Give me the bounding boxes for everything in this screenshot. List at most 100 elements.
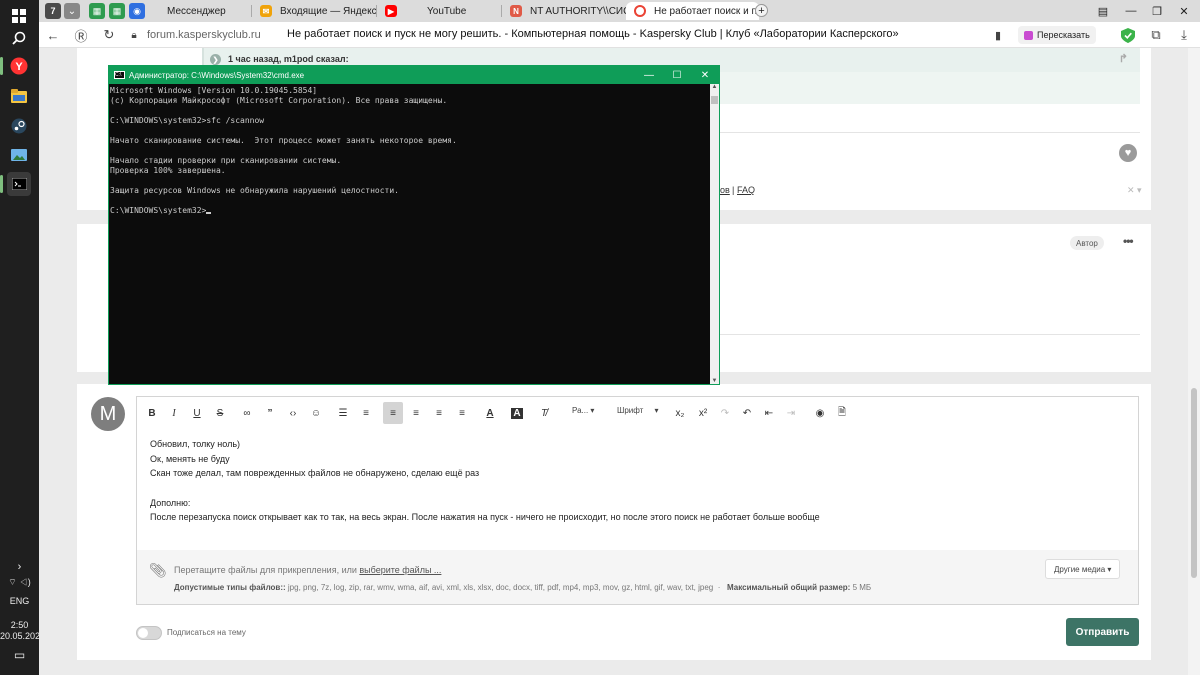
tab-youtube[interactable]: ▶ YouTube [377, 2, 501, 20]
cmd-line: (c) Корпорация Майкрософт (Microsoft Cor… [110, 96, 448, 105]
align-center-icon[interactable]: ≡ [406, 402, 426, 424]
signature-link-faq[interactable]: FAQ [737, 185, 755, 195]
page-title[interactable]: Не работает поиск и пуск не могу решить.… [287, 28, 899, 40]
editor-line: Скан тоже делал, там поврежденных файлов… [150, 468, 480, 479]
superscript-icon[interactable]: x² [693, 402, 713, 424]
code-icon[interactable]: ‹› [283, 402, 303, 424]
network-volume-icon[interactable]: ⌔ ◁) [0, 577, 39, 588]
svg-text:Y: Y [15, 61, 23, 73]
new-tab-icon[interactable]: + [755, 4, 768, 17]
cmd-minimize-icon[interactable]: — [635, 66, 663, 84]
file-explorer-icon[interactable] [7, 84, 31, 108]
link-icon[interactable]: ∞ [237, 402, 257, 424]
send-button[interactable]: Отправить [1066, 618, 1139, 646]
numbered-list-icon[interactable]: ≡ [356, 402, 376, 424]
windows-start-icon[interactable] [7, 4, 31, 28]
steam-icon[interactable] [7, 114, 31, 138]
editor-content[interactable]: Обновил, толку ноль) Ок, менять не буду … [150, 437, 820, 525]
tab-messenger[interactable]: Мессенджер [139, 2, 251, 20]
subscribe-toggle[interactable] [136, 626, 162, 640]
page-scrollbar[interactable] [1188, 48, 1200, 675]
terminal-icon[interactable] [0, 172, 31, 196]
font-family-dropdown[interactable]: Шрифт ▾ [617, 406, 658, 415]
back-icon[interactable]: ← [44, 26, 62, 44]
allowed-types: Допустимые типы файлов:: jpg, png, 7z, l… [174, 583, 872, 592]
subscript-icon[interactable]: x₂ [670, 402, 690, 424]
window-close-icon[interactable]: ✕ [1169, 2, 1199, 20]
cmd-titlebar[interactable]: C:\ Администратор: C:\Windows\System32\c… [109, 66, 719, 84]
align-left-icon[interactable]: ≡ [383, 402, 403, 424]
tab-group-icon[interactable]: 7 [45, 3, 61, 19]
scroll-down-icon[interactable]: ▼ [710, 378, 719, 384]
notification-icon[interactable]: ▭ [0, 649, 39, 661]
cmd-output[interactable]: Microsoft Windows [Version 10.0.19045.58… [109, 84, 709, 384]
more-options-icon[interactable]: ••• [1123, 234, 1134, 248]
cmd-close-icon[interactable]: ✕ [691, 66, 719, 84]
clock-date[interactable]: 20.05.2025 [0, 631, 45, 642]
background-color-icon[interactable]: A [507, 402, 527, 424]
bookmark-bar-icon[interactable]: ▤ [1088, 2, 1118, 20]
tabs-menu-chevron-icon[interactable]: ⌄ [64, 3, 80, 19]
yandex-browser-icon[interactable]: Y [0, 54, 31, 78]
strikethrough-button[interactable]: S [210, 402, 230, 424]
page-scrollbar-thumb[interactable] [1191, 388, 1197, 578]
quote-jump-icon[interactable]: ↱ [1119, 52, 1128, 65]
collections-icon[interactable]: ⧉ [1147, 26, 1165, 44]
reply-editor[interactable]: B I U S ∞ ” ‹› ☺ ☰ ≡ ≡ ≡ ≡ ≡ A A T̸ Ра..… [136, 396, 1139, 605]
protect-shield-icon[interactable] [1119, 26, 1137, 44]
address-bar: ← Ⓡ ↻ 🔒︎ forum.kasperskyclub.ru Не работ… [39, 22, 1200, 48]
tab-mail[interactable]: ✉ Входящие — Яндекс Почт [252, 2, 376, 20]
indent-icon[interactable]: ⇥ [781, 402, 801, 424]
cmd-maximize-icon[interactable]: ☐ [663, 66, 691, 84]
bold-button[interactable]: B [142, 402, 162, 424]
signature-link[interactable]: ов [720, 185, 730, 195]
choose-files-link[interactable]: выберите файлы ... [359, 565, 441, 575]
clear-format-icon[interactable]: T̸ [534, 402, 554, 424]
search-icon[interactable] [7, 26, 31, 50]
quote-icon[interactable]: ” [260, 402, 280, 424]
text-color-icon[interactable]: A [480, 402, 500, 424]
align-justify-icon[interactable]: ≡ [452, 402, 472, 424]
cmd-line: C:\WINDOWS\system32>sfc /scannow [110, 116, 265, 125]
cmd-scrollbar-thumb[interactable] [711, 96, 718, 104]
tray-expand-icon[interactable]: › [0, 562, 39, 573]
url-domain[interactable]: forum.kasperskyclub.ru [147, 29, 261, 41]
scroll-up-icon[interactable]: ▲ [710, 84, 719, 90]
underline-button[interactable]: U [187, 402, 207, 424]
outdent-icon[interactable]: ⇤ [759, 402, 779, 424]
heart-icon[interactable]: ♥ [1119, 144, 1137, 162]
cmd-window[interactable]: C:\ Администратор: C:\Windows\System32\c… [108, 65, 720, 385]
redo-icon[interactable]: ↷ [715, 402, 735, 424]
tab-forum-system[interactable]: N NT AUTHORITY\\СИСТЕМ [502, 2, 626, 20]
cmd-title: Администратор: C:\Windows\System32\cmd.e… [129, 70, 305, 80]
language-indicator[interactable]: ENG [0, 596, 39, 607]
reload-icon[interactable]: ↻ [100, 26, 118, 44]
sheets-tab-icon[interactable]: ▦ [89, 3, 105, 19]
attachment-area[interactable]: 📎︎ Перетащите файлы для прикрепления, ил… [137, 550, 1138, 604]
italic-button[interactable]: I [164, 402, 184, 424]
cmd-icon: C:\ [114, 71, 125, 79]
preview-eye-icon[interactable]: ◉ [810, 402, 830, 424]
signature-toggle-icon[interactable]: ✕ ▾ [1127, 185, 1142, 196]
clock-time[interactable]: 2:50 [0, 620, 39, 631]
photos-icon[interactable] [7, 144, 31, 168]
summarize-button[interactable]: Пересказать [1018, 26, 1096, 44]
cmd-scrollbar[interactable]: ▲ ▼ [710, 84, 719, 384]
sheets-tab-icon-2[interactable]: ▦ [109, 3, 125, 19]
other-media-button[interactable]: Другие медиа ▾ [1045, 559, 1121, 579]
emoji-icon[interactable]: ☺ [306, 402, 326, 424]
tab-current[interactable]: Не работает поиск и п ✕ [626, 2, 759, 20]
align-right-icon[interactable]: ≡ [429, 402, 449, 424]
downloads-icon[interactable]: ⤓ [1175, 26, 1193, 44]
bookmark-icon[interactable]: ▮ [989, 26, 1007, 44]
bullet-list-icon[interactable]: ☰ [333, 402, 353, 424]
lock-icon[interactable]: 🔒︎ [125, 26, 143, 44]
reader-mode-icon[interactable]: Ⓡ [72, 26, 90, 44]
undo-icon[interactable]: ↶ [737, 402, 757, 424]
font-size-dropdown[interactable]: Ра... ▾ [572, 406, 594, 415]
source-view-icon[interactable]: 🗎︎ [832, 402, 852, 424]
drop-hint: Перетащите файлы для прикрепления, или в… [174, 565, 441, 575]
cmd-line: Защита ресурсов Windows не обнаружила на… [110, 186, 399, 195]
window-restore-icon[interactable]: ❐ [1142, 2, 1172, 20]
paperclip-icon: 📎︎ [149, 562, 167, 578]
